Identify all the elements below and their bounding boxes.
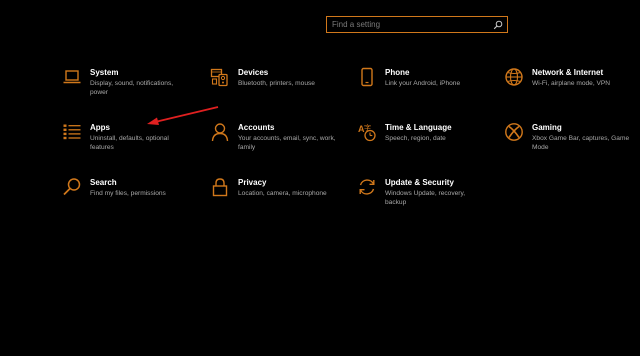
tile-accounts[interactable]: Accounts Your accounts, email, sync, wor…: [210, 122, 338, 166]
tile-apps[interactable]: Apps Uninstall, defaults, optional featu…: [62, 122, 190, 166]
search-icon[interactable]: [491, 18, 505, 32]
tile-search[interactable]: Search Find my files, permissions: [62, 177, 190, 221]
search-box[interactable]: [326, 16, 508, 33]
tile-phone[interactable]: Phone Link your Android, iPhone: [357, 67, 485, 111]
tile-title: Accounts: [238, 123, 275, 132]
update-icon: [357, 177, 377, 197]
tile-description: Speech, region, date: [385, 135, 446, 142]
laptop-icon: [62, 67, 82, 87]
tile-title: Apps: [90, 123, 110, 132]
tile-title: Phone: [385, 68, 410, 77]
tile-devices[interactable]: Devices Bluetooth, printers, mouse: [210, 67, 338, 111]
tile-title: Devices: [238, 68, 269, 77]
tile-title: Time & Language: [385, 123, 452, 132]
tile-description: Bluetooth, printers, mouse: [238, 80, 315, 87]
tile-title: Update & Security: [385, 178, 454, 187]
globe-icon: [504, 67, 524, 87]
tile-title: Network & Internet: [532, 68, 604, 77]
tile-time-language[interactable]: A 字 Time & Language Speech, region, date: [357, 122, 485, 166]
tile-description: Link your Android, iPhone: [385, 80, 461, 87]
devices-icon: [210, 67, 230, 87]
apps-list-icon: [62, 122, 82, 142]
lock-icon: [210, 177, 230, 197]
tile-description: Location, camera, microphone: [238, 190, 327, 197]
xbox-icon: [504, 122, 524, 142]
tile-description: Wi-Fi, airplane mode, VPN: [532, 80, 611, 87]
magnifier-icon: [62, 177, 82, 197]
tile-title: Search: [90, 178, 117, 187]
tile-description: Uninstall, defaults, optional features: [90, 135, 169, 151]
tile-description: Display, sound, notifications, power: [90, 80, 174, 96]
tile-system[interactable]: System Display, sound, notifications, po…: [62, 67, 190, 111]
tile-description: Find my files, permissions: [90, 190, 166, 197]
tile-description: Your accounts, email, sync, work, family: [238, 135, 336, 151]
tile-network[interactable]: Network & Internet Wi-Fi, airplane mode,…: [504, 67, 632, 111]
tile-description: Windows Update, recovery, backup: [385, 190, 466, 206]
tile-privacy[interactable]: Privacy Location, camera, microphone: [210, 177, 338, 221]
tile-title: Gaming: [532, 123, 562, 132]
search-input[interactable]: [327, 17, 491, 32]
tile-gaming[interactable]: Gaming Xbox Game Bar, captures, Game Mod…: [504, 122, 632, 166]
time-language-icon: A 字: [357, 122, 377, 142]
tile-title: Privacy: [238, 178, 267, 187]
tile-update-security[interactable]: Update & Security Windows Update, recove…: [357, 177, 485, 221]
phone-icon: [357, 67, 377, 87]
tile-description: Xbox Game Bar, captures, Game Mode: [532, 135, 630, 151]
tile-title: System: [90, 68, 119, 77]
person-icon: [210, 122, 230, 142]
